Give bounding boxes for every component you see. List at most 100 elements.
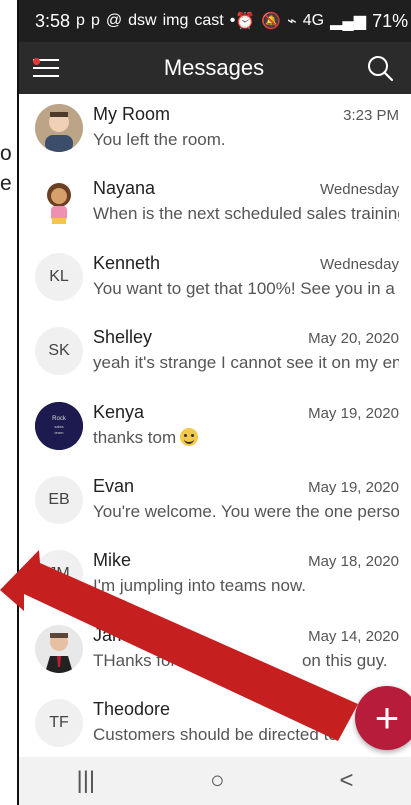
message-preview-text: THanks for the (93, 650, 205, 670)
message-info: Mike May 18, 2020 I'm jumpling into team… (93, 550, 411, 596)
message-row-shelley[interactable]: SK Shelley May 20, 2020 yeah it's strang… (19, 317, 411, 391)
avatar-initials: KL (35, 252, 83, 301)
message-top-row: James May 14, 2020 (93, 625, 399, 646)
status-notification-icon-4: dsw (128, 12, 157, 29)
svg-text:Rock: Rock (52, 416, 67, 422)
search-icon (368, 56, 394, 82)
menu-line-icon (33, 67, 59, 69)
avatar-photo (35, 624, 83, 673)
avatar-photo (35, 104, 83, 152)
svg-text:sales: sales (54, 424, 63, 429)
left-text-fragment-2: e (0, 172, 12, 195)
status-bar: 3:58 p p @ dsw img cast • ⏰ 🔕 ⌁ 4G ▂▄▆ 7… (19, 0, 411, 42)
message-top-row: Mike May 18, 2020 (93, 550, 399, 571)
message-preview: thanks tom (93, 427, 399, 448)
message-time: May 18, 2020 (308, 553, 399, 571)
contact-name: Shelley (93, 327, 153, 348)
message-time: 3:23 PM (343, 107, 399, 124)
message-top-row: Kenneth Wednesday (93, 253, 399, 274)
avatar-initials: TF (35, 699, 83, 748)
message-top-row: Nayana Wednesday (93, 178, 399, 199)
message-info: Shelley May 20, 2020 yeah it's strange I… (93, 327, 411, 373)
signal-icon: ▂▄▆ (330, 13, 367, 30)
status-notification-icon-5: img (162, 12, 189, 29)
message-preview: You want to get that 100%! See you in a (93, 278, 395, 298)
messages-list: My Room 3:23 PM You left the room. Nayan… (19, 94, 411, 764)
contact-name: Theodore (93, 699, 171, 720)
message-top-row: My Room 3:23 PM (93, 104, 399, 125)
message-info: Evan May 19, 2020 You're welcome. You we… (93, 476, 411, 522)
message-info: Nayana Wednesday When is the next schedu… (93, 178, 411, 224)
message-time: Wednesday (320, 255, 399, 273)
message-time: May 19, 2020 (308, 478, 399, 496)
message-preview: I'm jumpling into teams now. (93, 576, 307, 596)
message-time: May 19, 2020 (308, 404, 399, 422)
message-preview: You left the room. (93, 130, 226, 149)
card-image-icon: Rock sales team (35, 401, 83, 450)
phone-screen: 3:58 p p @ dsw img cast • ⏰ 🔕 ⌁ 4G ▂▄▆ 7… (17, 0, 411, 805)
avatar-dora (35, 178, 83, 227)
svg-text:team: team (55, 430, 65, 435)
message-row-kenneth[interactable]: KL Kenneth Wednesday You want to get tha… (19, 243, 411, 317)
message-info: James May 14, 2020 THanks for the on thi… (93, 625, 411, 671)
message-preview: When is the next scheduled sales trainin… (93, 204, 399, 224)
message-preview: yeah it's strange I cannot see it on my … (93, 353, 399, 373)
message-row-james[interactable]: James May 14, 2020 THanks for the on thi… (19, 615, 411, 689)
message-top-row: Shelley May 20, 2020 (93, 327, 399, 348)
person-photo-icon (35, 624, 83, 673)
smile-emoji-icon (180, 427, 199, 446)
message-time: Wednesday (320, 181, 399, 199)
message-time: May 20, 2020 (308, 330, 399, 348)
avatar-dark-card: Rock sales team (35, 401, 83, 450)
wifi-icon: ⌁ (287, 13, 297, 30)
message-preview: You're welcome. You were the one person (93, 501, 399, 521)
message-info: Kenneth Wednesday You want to get that 1… (93, 253, 411, 299)
message-row-kenya[interactable]: Rock sales team Kenya May 19, 2020 thank… (19, 392, 411, 466)
home-button[interactable]: ○ (210, 767, 225, 795)
battery-percentage: 71% (372, 10, 409, 31)
message-row-mike[interactable]: JM Mike May 18, 2020 I'm jumpling into t… (19, 540, 411, 614)
mute-icon: 🔕 (261, 13, 282, 30)
search-button[interactable] (363, 51, 397, 85)
left-background: o e (0, 0, 17, 805)
android-nav-bar: ||| ○ < (19, 757, 411, 805)
left-text-fragment-1: o (0, 142, 12, 165)
message-top-row: Evan May 19, 2020 (93, 476, 399, 497)
page-title: Messages (163, 55, 265, 80)
menu-button[interactable] (33, 52, 65, 84)
message-info: Kenya May 19, 2020 thanks tom (93, 402, 411, 448)
message-row-evan[interactable]: EB Evan May 19, 2020 You're welcome. You… (19, 466, 411, 540)
status-right: ⏰ 🔕 ⌁ 4G ▂▄▆ 71% ▮ (235, 11, 411, 32)
contact-name: Evan (93, 475, 135, 496)
message-top-row: Theodore (93, 699, 399, 720)
contact-name: Kenneth (93, 252, 161, 273)
new-message-button[interactable]: + (355, 686, 411, 750)
recent-apps-button[interactable]: ||| (76, 767, 95, 795)
status-notification-icon-3: @ (105, 12, 123, 29)
message-row-theodore[interactable]: TF Theodore Customers should be directed… (19, 689, 411, 763)
cartoon-avatar-icon (35, 178, 83, 227)
status-left: 3:58 p p @ dsw img cast • (35, 11, 235, 32)
network-4g-icon: 4G (302, 12, 325, 29)
menu-line-icon (33, 75, 59, 77)
contact-name: Mike (93, 550, 132, 571)
message-preview-text: thanks tom (93, 427, 177, 447)
avatar-initials: JM (35, 550, 83, 599)
message-info: My Room 3:23 PM You left the room. (93, 104, 411, 150)
status-notification-icon-1: p (76, 12, 85, 29)
status-notification-icon-2: p (90, 12, 100, 29)
status-notification-icon-6: cast (194, 12, 224, 29)
message-top-row: Kenya May 19, 2020 (93, 402, 399, 423)
back-button[interactable]: < (340, 767, 354, 795)
contact-name: Nayana (93, 178, 156, 199)
message-preview: THanks for the on this guy. (93, 651, 399, 671)
message-preview-continuation: on this guy. (301, 650, 388, 670)
notification-dot-icon (33, 58, 40, 65)
status-time: 3:58 (35, 10, 71, 31)
person-photo-icon (35, 104, 83, 152)
alarm-icon: ⏰ (235, 13, 256, 30)
message-row-nayana[interactable]: Nayana Wednesday When is the next schedu… (19, 168, 411, 242)
avatar-initials: EB (35, 475, 83, 524)
message-preview: Customers should be directed to (93, 725, 338, 745)
message-row-my-room[interactable]: My Room 3:23 PM You left the room. (19, 94, 411, 168)
